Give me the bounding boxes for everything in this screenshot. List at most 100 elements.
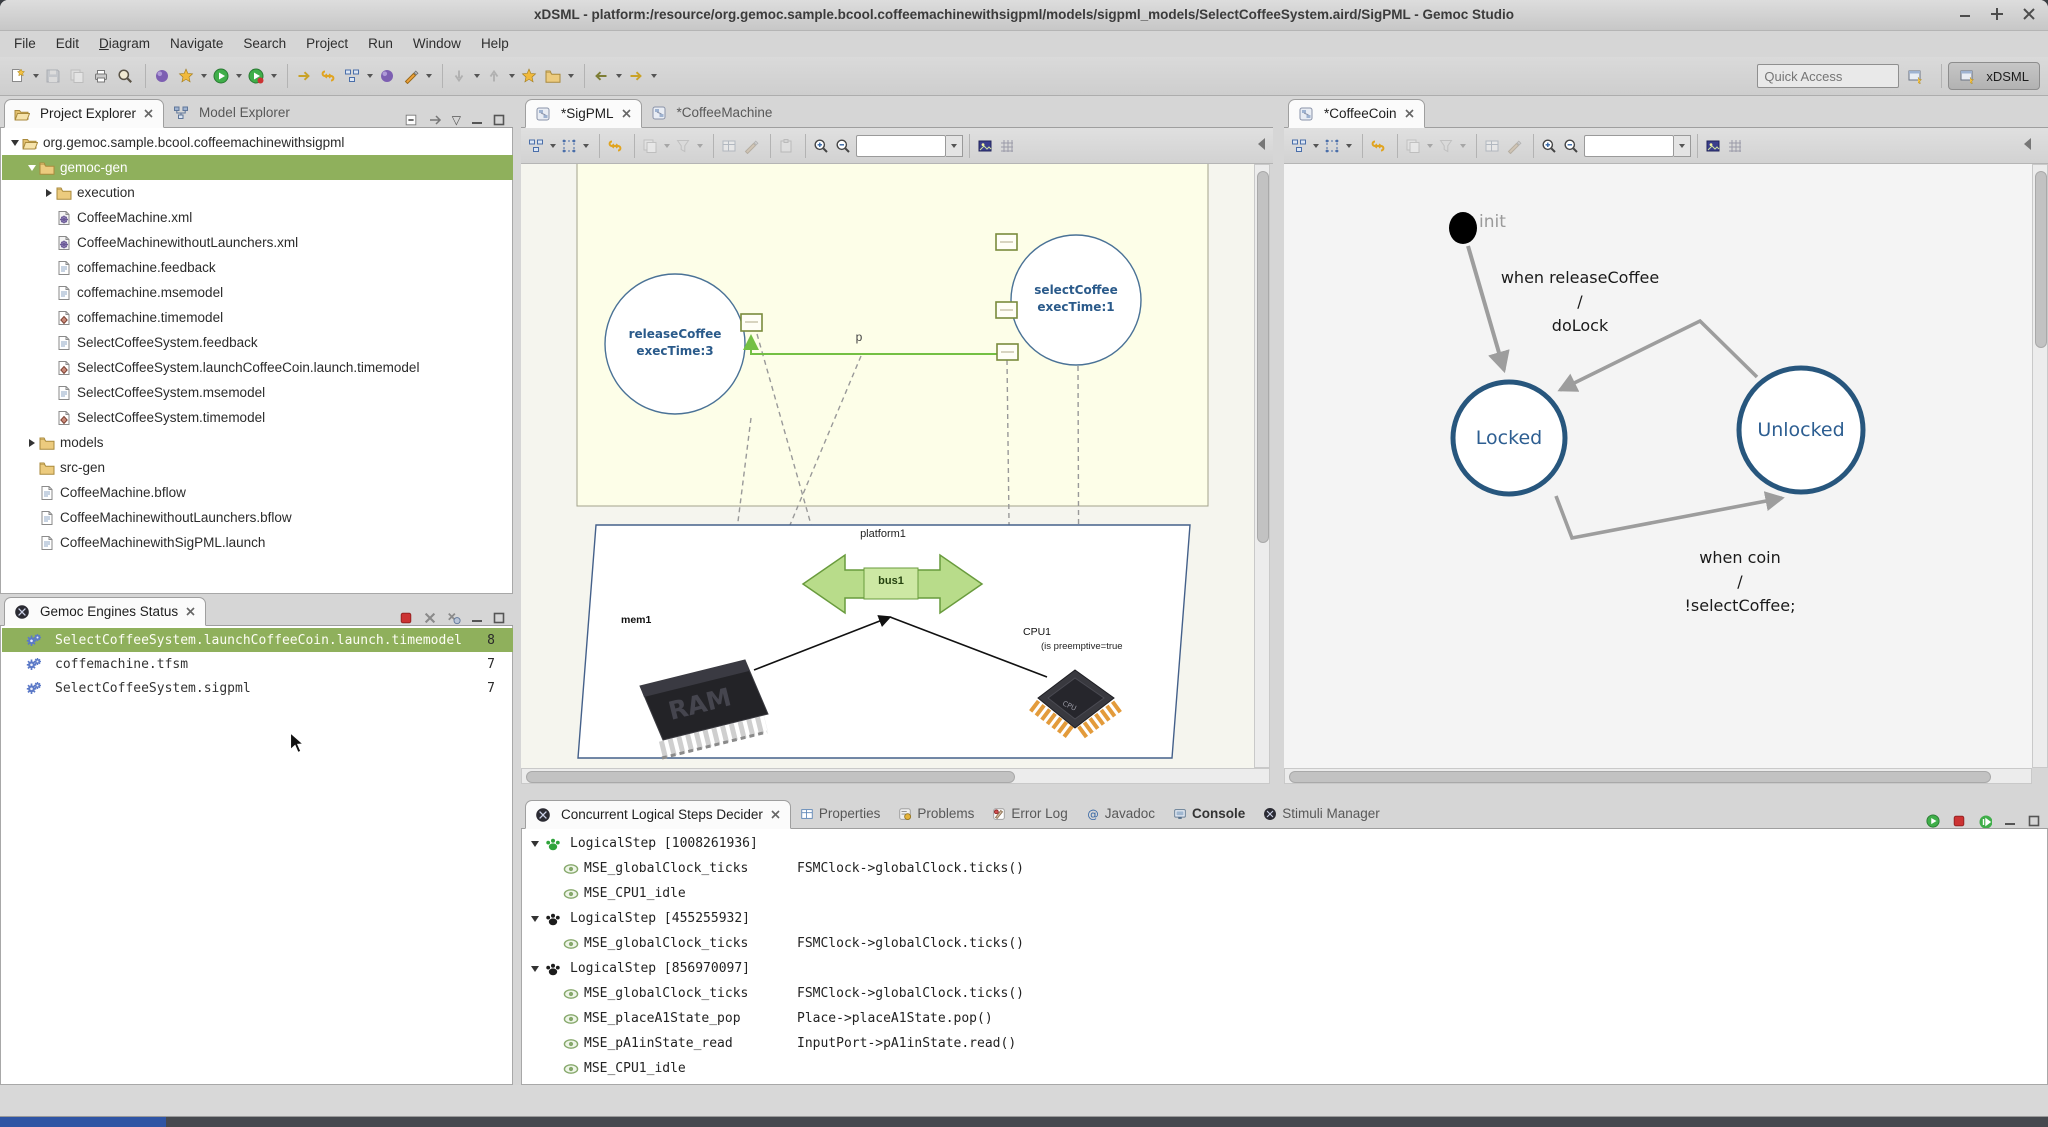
align-icon[interactable] <box>1483 135 1505 157</box>
menu-diagram[interactable]: Diagram <box>89 32 160 55</box>
zoom-level-combo[interactable] <box>1584 135 1674 157</box>
zoom-out-icon[interactable] <box>834 135 856 157</box>
initial-state-dot[interactable] <box>1449 212 1477 244</box>
stop-icon[interactable] <box>1952 814 1966 828</box>
tab-properties[interactable]: Properties <box>791 799 890 828</box>
selection-mode-dropdown[interactable] <box>583 144 589 148</box>
tree-item-execution[interactable]: execution <box>2 180 513 205</box>
paste-layout-icon[interactable] <box>777 135 799 157</box>
tree-item-project[interactable]: org.gemoc.sample.bcool.coffeemachinewith… <box>2 130 513 155</box>
open-resource-icon[interactable] <box>543 64 567 88</box>
zoom-in-icon[interactable] <box>812 135 834 157</box>
tab-error-log[interactable]: Error Log <box>983 799 1076 828</box>
run-step-icon[interactable] <box>1926 814 1940 828</box>
tree-item-gemoc-gen[interactable]: gemoc-gen <box>2 155 513 180</box>
close-icon[interactable] <box>143 108 154 119</box>
next-annotation-icon[interactable] <box>449 64 473 88</box>
menu-project[interactable]: Project <box>296 32 358 55</box>
collapse-all-icon[interactable] <box>404 113 418 127</box>
previous-annotation-dropdown[interactable] <box>509 74 515 78</box>
sphere-icon[interactable] <box>377 64 401 88</box>
align-icon[interactable] <box>720 135 742 157</box>
tree-item-file[interactable]: coffemachine.timemodel <box>2 305 513 330</box>
debug-run-icon[interactable] <box>246 64 270 88</box>
mse-row[interactable]: MSE_globalClock_ticksFSMClock->globalClo… <box>523 981 2048 1006</box>
logical-step-row[interactable]: LogicalStep [1008261936] <box>523 831 2048 856</box>
open-perspective-icon[interactable] <box>1905 64 1929 88</box>
coffeecoin-canvas[interactable]: init Locked Unlocked when releaseCoffee/… <box>1284 164 2032 768</box>
minimize-view-icon[interactable] <box>471 612 483 624</box>
link-with-editor-icon[interactable] <box>428 113 442 127</box>
menu-search[interactable]: Search <box>233 32 296 55</box>
mse-row[interactable]: MSE_globalClock_ticksFSMClock->globalClo… <box>523 931 2048 956</box>
forward-dropdown[interactable] <box>651 74 657 78</box>
coffeecoin-hscrollbar[interactable] <box>1284 768 2032 784</box>
tab-coffeemachine[interactable]: *CoffeeMachine <box>642 98 782 127</box>
layers-icon[interactable] <box>1290 135 1312 157</box>
distribute-icon[interactable] <box>742 135 764 157</box>
sigpml-canvas[interactable]: RAM CPU releaseCoffeeexecTime:3 selectCo… <box>521 164 1254 768</box>
collapse-toolbar-icon[interactable] <box>2024 138 2031 150</box>
xdsml-perspective-button[interactable]: xDSML <box>1948 62 2040 90</box>
minimize-view-icon[interactable] <box>2004 815 2016 827</box>
filters-icon[interactable] <box>1437 135 1459 157</box>
search-icon[interactable] <box>115 64 139 88</box>
tree-item-src-gen[interactable]: src-gen <box>2 455 513 480</box>
paint-icon[interactable] <box>401 64 425 88</box>
window-close-icon[interactable] <box>2022 4 2036 22</box>
logical-step-row[interactable]: LogicalStep [455255932] <box>523 906 2048 931</box>
resume-icon[interactable] <box>1978 814 1992 828</box>
tree-item-file[interactable]: coffemachine.feedback <box>2 255 513 280</box>
tree-item-file[interactable]: SelectCoffeeSystem.feedback <box>2 330 513 355</box>
export-image-icon[interactable] <box>976 135 998 157</box>
selection-mode-icon[interactable] <box>560 135 582 157</box>
new-star-icon[interactable] <box>519 64 543 88</box>
mse-row[interactable]: MSE_globalClock_ticksFSMClock->globalClo… <box>523 856 2048 881</box>
copy-appearance-icon[interactable] <box>1404 135 1426 157</box>
new-wizard-icon[interactable] <box>8 64 32 88</box>
tab-gemoc-engines-status[interactable]: Gemoc Engines Status <box>4 597 206 626</box>
tab-model-explorer[interactable]: Model Explorer <box>164 98 299 127</box>
debug-run-dropdown[interactable] <box>271 74 277 78</box>
maximize-view-icon[interactable] <box>493 114 505 126</box>
tree-item-file[interactable]: SelectCoffeeSystem.msemodel <box>2 380 513 405</box>
menu-edit[interactable]: Edit <box>46 32 89 55</box>
stop-engine-icon[interactable] <box>399 611 413 625</box>
close-icon[interactable] <box>185 606 196 617</box>
close-icon[interactable] <box>1404 108 1415 119</box>
next-annotation-dropdown[interactable] <box>474 74 480 78</box>
run-dropdown[interactable] <box>236 74 242 78</box>
save-all-icon[interactable] <box>67 64 91 88</box>
tree-item-file[interactable]: CoffeeMachine.bflow <box>2 480 513 505</box>
zoom-level-dropdown[interactable] <box>946 135 963 157</box>
refresh-icon[interactable] <box>1369 135 1391 157</box>
dispose-engine-icon[interactable] <box>423 611 437 625</box>
refresh-icon[interactable] <box>606 135 628 157</box>
view-menu-icon[interactable]: ▽ <box>452 114 461 126</box>
save-icon[interactable] <box>43 64 67 88</box>
zoom-level-combo[interactable] <box>856 135 946 157</box>
launch-config-dropdown[interactable] <box>201 74 207 78</box>
launch-config-icon[interactable] <box>176 64 200 88</box>
logical-step-row[interactable]: LogicalStep [856970097] <box>523 956 2048 981</box>
grid-icon[interactable] <box>1726 135 1748 157</box>
history-icon[interactable] <box>294 64 318 88</box>
tree-item-file[interactable]: CoffeeMachinewithSigPML.launch <box>2 530 513 555</box>
forward-icon[interactable] <box>626 64 650 88</box>
grid-icon[interactable] <box>998 135 1020 157</box>
coverage-dropdown[interactable] <box>367 74 373 78</box>
tree-item-file[interactable]: CoffeeMachine.xml <box>2 205 513 230</box>
engine-row[interactable]: SelectCoffeeSystem.launchCoffeeCoin.laun… <box>2 628 513 652</box>
selection-mode-icon[interactable] <box>1323 135 1345 157</box>
copy-appearance-icon[interactable] <box>641 135 663 157</box>
sigpml-vscrollbar[interactable] <box>1254 164 1270 768</box>
layers-dropdown[interactable] <box>1313 144 1319 148</box>
mse-row[interactable]: MSE_pA1inState_readInputPort->pA1inState… <box>523 1031 2048 1056</box>
tab-stimuli-manager[interactable]: Stimuli Manager <box>1254 799 1389 828</box>
open-resource-dropdown[interactable] <box>568 74 574 78</box>
close-icon[interactable] <box>770 809 781 820</box>
zoom-level-dropdown[interactable] <box>1674 135 1691 157</box>
collapse-toolbar-icon[interactable] <box>1258 138 1265 150</box>
mse-row[interactable]: MSE_CPU1_idle <box>523 1056 2048 1081</box>
mse-row[interactable]: MSE_CPU1_idle <box>523 881 2048 906</box>
